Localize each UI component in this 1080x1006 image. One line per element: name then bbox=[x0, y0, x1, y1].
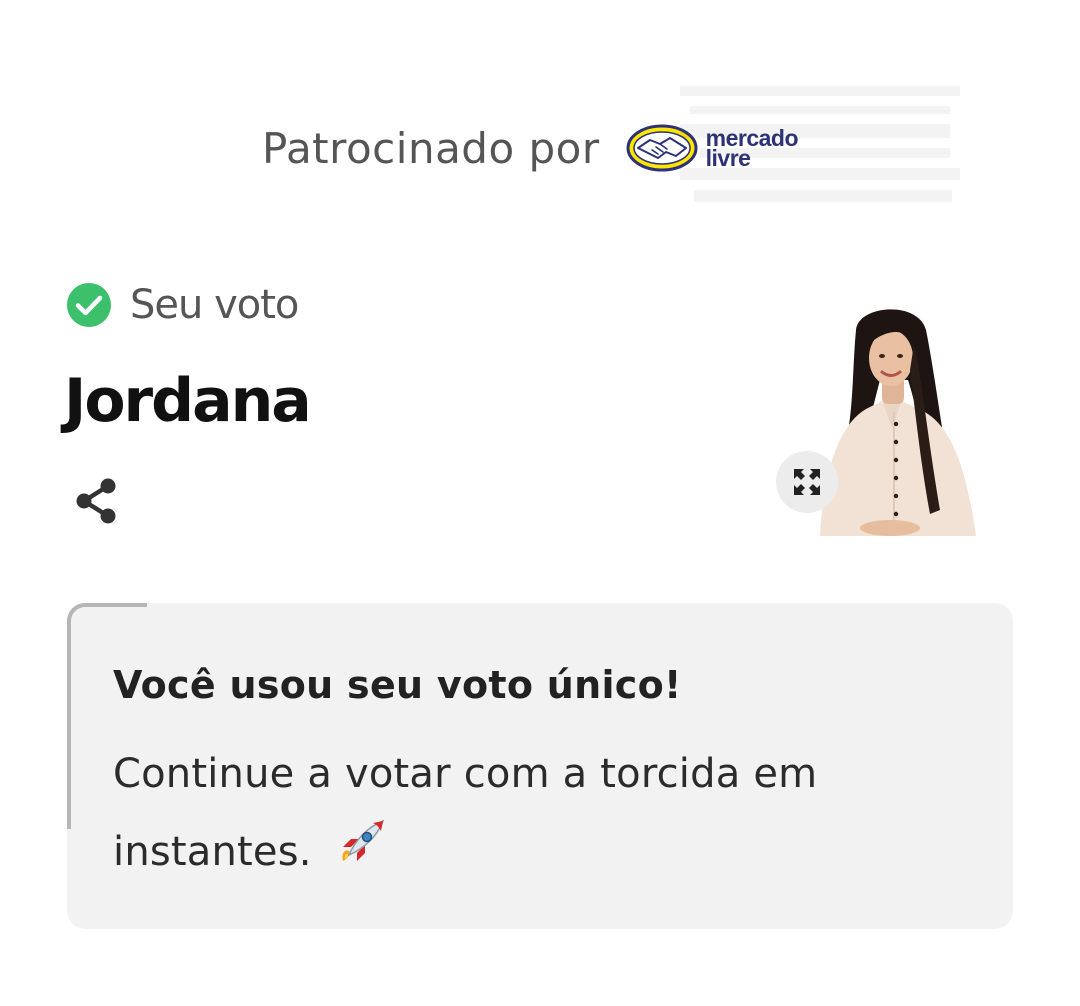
vote-status: Seu voto bbox=[66, 282, 299, 328]
share-icon bbox=[76, 478, 116, 524]
vote-status-label: Seu voto bbox=[130, 282, 299, 328]
check-circle-icon bbox=[67, 283, 111, 327]
share-button[interactable] bbox=[70, 474, 124, 528]
notice-message: Continue a votar com a torcida em instan… bbox=[113, 751, 818, 875]
faded-background-art bbox=[680, 86, 960, 202]
expand-photo-button[interactable] bbox=[776, 451, 838, 513]
notice-title: Você usou seu voto único! bbox=[113, 663, 682, 707]
notice-body: Continue a votar com a torcida em instan… bbox=[113, 735, 913, 891]
sponsor-label: Patrocinado por bbox=[262, 123, 600, 173]
expand-icon bbox=[794, 469, 820, 495]
vote-notice-card: Você usou seu voto único! Continue a vot… bbox=[67, 603, 1013, 929]
rocket-icon bbox=[342, 819, 384, 861]
candidate-name: Jordana bbox=[64, 366, 312, 436]
